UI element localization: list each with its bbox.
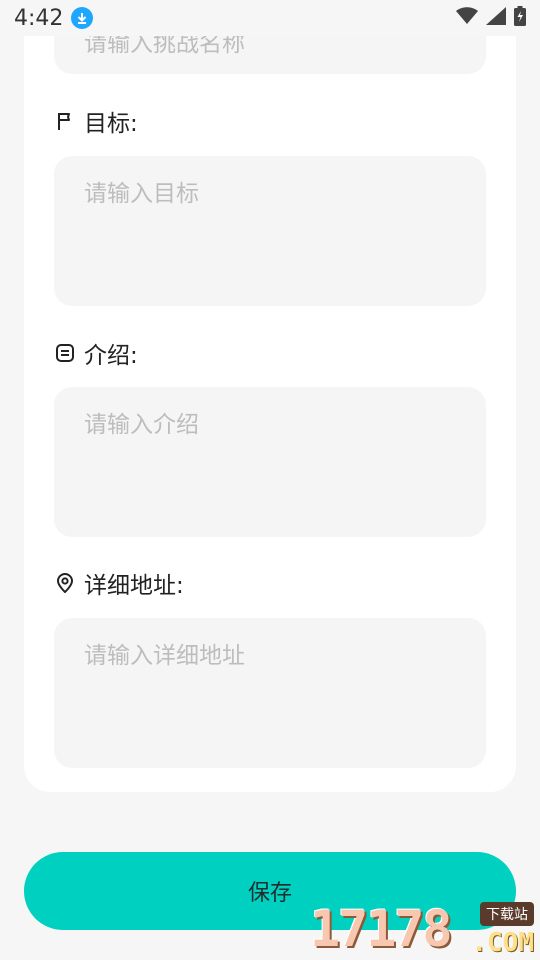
flag-icon — [54, 110, 76, 132]
wifi-icon — [456, 7, 478, 29]
status-left: 4:42 — [14, 5, 94, 31]
form-card: 请输入挑战名称 目标: 请输入目标 介绍: 请输入介绍 详细地址: 请输入详细地… — [24, 0, 516, 792]
location-pin-icon — [54, 572, 76, 594]
goal-label: 目标: — [54, 104, 138, 138]
intro-label-text: 介绍: — [84, 343, 138, 369]
watermark-tag: 下载站 — [480, 902, 534, 926]
address-label-text: 详细地址: — [84, 573, 184, 599]
intro-label: 介绍: — [54, 336, 138, 370]
intro-input[interactable]: 请输入介绍 — [54, 387, 486, 537]
address-placeholder: 请输入详细地址 — [84, 643, 245, 669]
status-time: 4:42 — [14, 5, 64, 31]
goal-label-text: 目标: — [84, 111, 138, 137]
goal-placeholder: 请输入目标 — [84, 181, 199, 207]
watermark-logo: 17178 .COM 下载站 — [310, 900, 536, 960]
address-input[interactable]: 请输入详细地址 — [54, 618, 486, 768]
download-icon — [71, 7, 94, 29]
watermark-domain: .COM — [471, 928, 534, 958]
goal-input[interactable]: 请输入目标 — [54, 156, 486, 306]
status-bar: 4:42 — [0, 0, 540, 36]
document-icon — [54, 342, 76, 364]
intro-placeholder: 请输入介绍 — [84, 412, 199, 438]
status-right — [456, 6, 526, 30]
watermark-number: 17178 — [310, 900, 453, 958]
cellular-signal-icon — [486, 7, 506, 29]
address-label: 详细地址: — [54, 566, 184, 600]
battery-icon — [514, 6, 526, 30]
